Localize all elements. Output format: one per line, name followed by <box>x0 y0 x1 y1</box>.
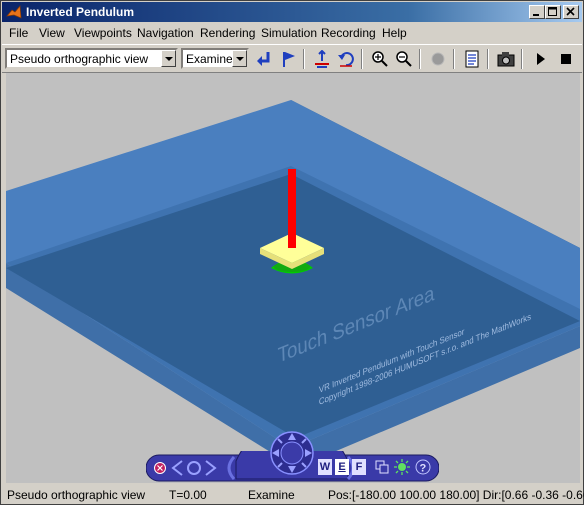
status-position-direction: Pos:[-180.00 100.00 180.00] Dir:[0.66 -0… <box>328 488 584 502</box>
minimize-button[interactable] <box>529 5 545 19</box>
return-to-viewpoint-button[interactable] <box>253 48 275 70</box>
viewpoint-select[interactable]: Pseudo orthographic view <box>5 48 178 69</box>
help-button[interactable]: ? <box>415 459 431 475</box>
menu-simulation[interactable]: Simulation <box>261 26 317 40</box>
svg-text:?: ? <box>420 463 427 475</box>
toolbar-separator <box>521 49 523 69</box>
return-arrow-icon <box>257 52 270 66</box>
menu-file[interactable]: File <box>9 26 28 40</box>
toolbar: Pseudo orthographic view Examine <box>2 44 582 73</box>
3d-viewport[interactable]: Touch Sensor Area VR Inverted Pendulum w… <box>6 73 580 483</box>
maximize-button[interactable] <box>545 5 561 19</box>
chevron-down-icon[interactable] <box>232 50 247 67</box>
slider-handle-icon <box>227 455 236 481</box>
properties-button[interactable] <box>461 48 483 70</box>
walk-mode-button[interactable]: W <box>318 459 332 475</box>
mode-select[interactable]: Examine <box>181 48 249 69</box>
minimize-icon <box>533 14 539 16</box>
nav-slider-left[interactable] <box>222 455 236 481</box>
toolbar-separator <box>361 49 363 69</box>
menu-help[interactable]: Help <box>382 26 407 40</box>
menu-viewpoints[interactable]: Viewpoints <box>74 26 132 40</box>
zoom-in-icon <box>372 51 388 67</box>
mode-select-value: Examine <box>186 52 233 66</box>
stop-simulation-button[interactable] <box>555 48 577 70</box>
application-window: Inverted Pendulum File View Viewpoints N… <box>0 0 584 505</box>
circle-icon <box>187 461 201 475</box>
pendulum-pole <box>288 169 296 248</box>
record-disabled-icon <box>431 52 445 66</box>
flag-icon <box>283 52 295 67</box>
menu-recording[interactable]: Recording <box>321 26 376 40</box>
toolbar-separator <box>453 49 455 69</box>
nav-center-button[interactable] <box>186 460 202 476</box>
windows-icon <box>375 460 389 474</box>
stop-icon <box>561 54 571 64</box>
chevron-down-icon[interactable] <box>161 50 176 67</box>
status-viewpoint: Pseudo orthographic view <box>7 488 146 502</box>
toolbar-separator <box>487 49 489 69</box>
examine-mode-button[interactable]: E <box>335 459 349 475</box>
camera-icon <box>497 52 515 67</box>
chevron-right-icon <box>205 460 217 476</box>
status-bar: Pseudo orthographic view T=0.00 Examine … <box>2 485 584 505</box>
record-button[interactable] <box>427 48 449 70</box>
menu-navigation[interactable]: Navigation <box>137 26 194 40</box>
toolbar-separator <box>303 49 305 69</box>
navigation-panel: W E F ? <box>145 424 440 483</box>
close-nav-button[interactable] <box>154 462 166 474</box>
viewpoint-toggle-button[interactable] <box>375 460 389 474</box>
chevron-left-icon <box>171 460 183 476</box>
straighten-button[interactable] <box>311 48 333 70</box>
play-icon <box>537 53 545 65</box>
undo-icon <box>338 52 354 67</box>
menu-view[interactable]: View <box>39 26 65 40</box>
start-simulation-button[interactable] <box>529 48 551 70</box>
straighten-icon <box>315 50 329 68</box>
zoom-out-icon <box>396 51 412 67</box>
headlight-button[interactable] <box>394 459 410 475</box>
capture-frame-button[interactable] <box>495 48 517 70</box>
menu-bar: File View Viewpoints Navigation Renderin… <box>2 23 582 43</box>
fly-mode-button[interactable]: F <box>352 459 366 475</box>
toolbar-separator <box>419 49 421 69</box>
menu-rendering[interactable]: Rendering <box>200 26 255 40</box>
create-viewpoint-button[interactable] <box>278 48 300 70</box>
light-icon <box>394 459 410 475</box>
nav-right-button[interactable] <box>204 459 218 477</box>
scene-canvas[interactable]: Touch Sensor Area VR Inverted Pendulum w… <box>6 73 580 483</box>
close-button[interactable] <box>563 5 579 19</box>
zoom-out-button[interactable] <box>393 48 415 70</box>
window-title: Inverted Pendulum <box>26 5 135 19</box>
close-icon <box>154 462 166 474</box>
status-time: T=0.00 <box>169 488 207 502</box>
close-icon <box>566 7 575 16</box>
matlab-logo-icon <box>6 5 22 19</box>
title-bar[interactable]: Inverted Pendulum <box>2 2 582 22</box>
status-mode: Examine <box>248 488 295 502</box>
viewpoint-select-value: Pseudo orthographic view <box>10 52 149 66</box>
help-icon: ? <box>415 459 431 475</box>
nav-left-button[interactable] <box>170 459 184 477</box>
document-icon <box>465 50 479 68</box>
maximize-icon <box>548 7 557 16</box>
zoom-in-button[interactable] <box>369 48 391 70</box>
undo-move-button[interactable] <box>335 48 357 70</box>
